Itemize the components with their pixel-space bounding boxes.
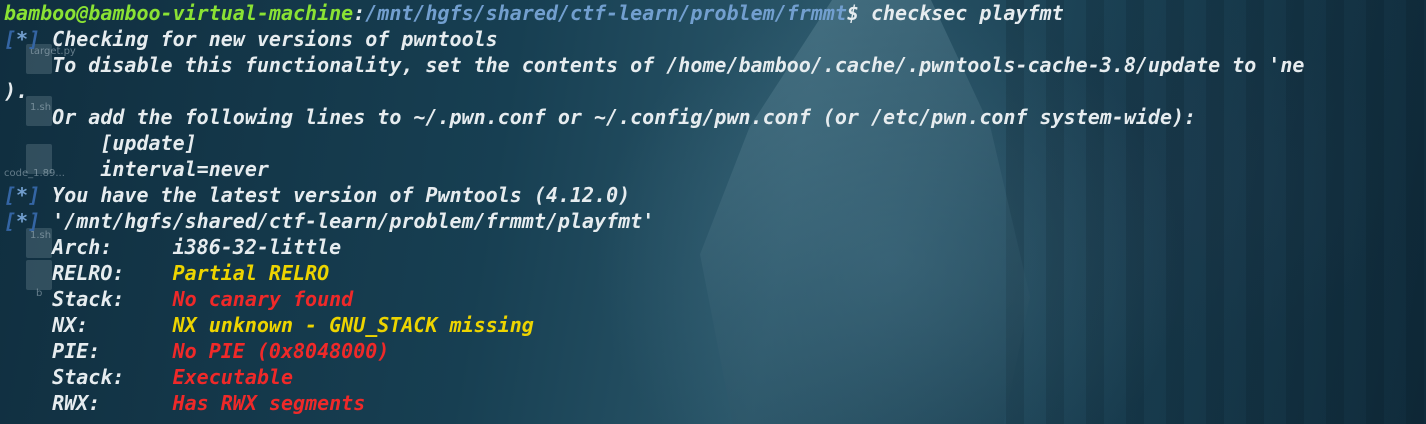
checksec-row: Stack: Executable <box>4 364 1426 390</box>
prompt-command: checksec playfmt <box>858 1 1064 25</box>
checksec-key: Stack: <box>4 365 173 389</box>
output-line: [*] '/mnt/hgfs/shared/ctf-learn/problem/… <box>4 208 1426 234</box>
checksec-row: Arch: i386-32-little <box>4 234 1426 260</box>
checksec-key: PIE: <box>4 339 173 363</box>
checksec-value: Executable <box>172 365 293 389</box>
checksec-row: RWX: Has RWX segments <box>4 390 1426 416</box>
checksec-value: No PIE (0x8048000) <box>172 339 390 363</box>
checksec-value: Has RWX segments <box>172 391 366 415</box>
output-line: interval=never <box>4 157 269 181</box>
info-star: * <box>16 183 29 207</box>
info-bracket: ] <box>28 183 41 207</box>
checksec-key: Stack: <box>4 287 173 311</box>
checksec-value: NX unknown - GNU_STACK missing <box>172 313 534 337</box>
output-line: Or add the following lines to ~/.pwn.con… <box>4 105 1197 129</box>
checksec-row: Stack: No canary found <box>4 286 1426 312</box>
checksec-key: NX: <box>4 313 173 337</box>
prompt-symbol: $ <box>846 1 859 25</box>
info-bracket: [ <box>4 209 17 233</box>
checksec-key: RELRO: <box>4 261 173 285</box>
checksec-row: PIE: No PIE (0x8048000) <box>4 338 1426 364</box>
checksec-key: RWX: <box>4 391 173 415</box>
output-line: [update] <box>4 131 197 155</box>
info-bracket: ] <box>28 27 41 51</box>
info-bracket: [ <box>4 183 17 207</box>
info-bracket: ] <box>28 209 41 233</box>
terminal-output[interactable]: bamboo@bamboo-virtual-machine:/mnt/hgfs/… <box>4 0 1426 424</box>
prompt-path: /mnt/hgfs/shared/ctf-learn/problem/frmmt <box>365 1 847 25</box>
info-star: * <box>16 27 29 51</box>
checksec-value: No canary found <box>172 287 354 311</box>
output-text: '/mnt/hgfs/shared/ctf-learn/problem/frmm… <box>40 209 655 233</box>
output-line: ). <box>4 79 29 103</box>
prompt-user-host: bamboo@bamboo-virtual-machine <box>4 1 354 25</box>
checksec-value: i386-32-little <box>172 235 342 259</box>
checksec-row: NX: NX unknown - GNU_STACK missing <box>4 312 1426 338</box>
info-star: * <box>16 209 29 233</box>
checksec-value: Partial RELRO <box>172 261 330 285</box>
info-bracket: [ <box>4 27 17 51</box>
output-text: You have the latest version of Pwntools … <box>40 183 631 207</box>
output-text: Checking for new versions of pwntools <box>40 27 498 51</box>
output-line: [*] You have the latest version of Pwnto… <box>4 182 1426 208</box>
output-line: To disable this functionality, set the c… <box>4 53 1305 77</box>
output-line: [*] Checking for new versions of pwntool… <box>4 26 1426 52</box>
checksec-key: Arch: <box>4 235 173 259</box>
checksec-row: RELRO: Partial RELRO <box>4 260 1426 286</box>
prompt-line: bamboo@bamboo-virtual-machine:/mnt/hgfs/… <box>4 1 1064 25</box>
